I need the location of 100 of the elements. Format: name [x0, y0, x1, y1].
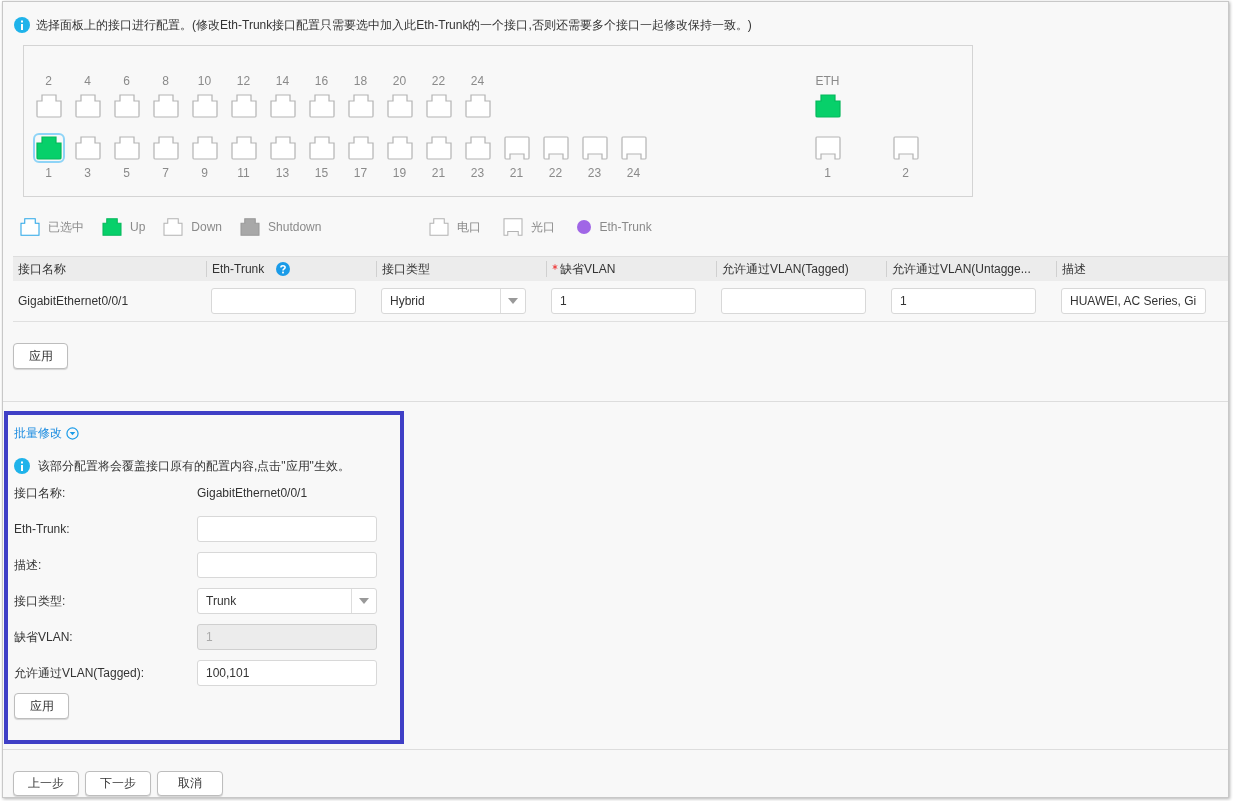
ethernet-port-icon[interactable] — [35, 136, 62, 160]
ethernet-port-icon[interactable] — [113, 136, 140, 160]
port-number: 23 — [587, 166, 602, 180]
ethernet-port-icon[interactable] — [113, 94, 140, 118]
ethernet-port-icon[interactable] — [269, 94, 296, 118]
ethernet-port-icon[interactable] — [230, 94, 257, 118]
ethernet-port-icon[interactable] — [74, 136, 101, 160]
ethernet-port-icon[interactable] — [464, 136, 491, 160]
port-number: 19 — [392, 166, 407, 180]
port-number: 4 — [84, 74, 91, 88]
port-number: 13 — [275, 166, 290, 180]
port-number: 21 — [509, 166, 524, 180]
ethernet-port-icon[interactable] — [308, 136, 335, 160]
input-field[interactable] — [197, 516, 377, 542]
port-number: 21 — [431, 166, 446, 180]
info-icon — [14, 458, 30, 474]
port-number: ETH — [815, 74, 840, 88]
field-label: Eth-Trunk: — [14, 522, 71, 536]
port-number: 8 — [162, 74, 169, 88]
input-field[interactable]: 100,101 — [197, 660, 377, 686]
fiber-port-icon[interactable] — [814, 136, 841, 160]
field-label: 接口名称: — [14, 484, 67, 502]
column-header: Eth-Trunk — [212, 262, 265, 276]
port-number: 1 — [824, 166, 831, 180]
legend-label: Shutdown — [268, 220, 322, 234]
port-number: 17 — [353, 166, 368, 180]
input-field[interactable] — [211, 288, 356, 314]
port-number: 24 — [470, 74, 485, 88]
caret-icon[interactable] — [508, 298, 518, 304]
ethernet-port-icon[interactable] — [152, 94, 179, 118]
fiber-port-icon[interactable] — [503, 136, 530, 160]
port-number: 5 — [123, 166, 130, 180]
input-field[interactable]: HUAWEI, AC Series, Gi — [1061, 288, 1206, 314]
input-field[interactable] — [721, 288, 866, 314]
port-number: 7 — [162, 166, 169, 180]
table-cell: GigabitEthernet0/0/1 — [18, 294, 129, 308]
notice-text: 该部分配置将会覆盖接口原有的配置内容,点击"应用"生效。 — [38, 457, 350, 475]
fiber-port-icon[interactable] — [620, 136, 647, 160]
type-dropdown[interactable]: Trunk — [197, 588, 377, 614]
caret-icon[interactable] — [359, 598, 369, 604]
port-number: 2 — [902, 166, 909, 180]
notice-text: 选择面板上的接口进行配置。(修改Eth-Trunk接口配置只需要选中加入此Eth-Trunk的一个接口,否则还需要多个接口一起修改保持一致。) — [36, 16, 752, 34]
fiber-port-icon[interactable] — [542, 136, 569, 160]
port-number: 2 — [45, 74, 52, 88]
port-number: 22 — [548, 166, 563, 180]
legend-label: Down — [191, 220, 223, 234]
help-icon[interactable] — [276, 262, 291, 276]
column-header: 接口名称 — [18, 260, 66, 278]
apply-button[interactable]: 应用 — [13, 343, 68, 369]
port-number: 14 — [275, 74, 290, 88]
port-number: 24 — [626, 166, 641, 180]
field-label: 接口类型: — [14, 592, 67, 610]
ethernet-port-icon[interactable] — [74, 94, 101, 118]
legend-label: Up — [130, 220, 146, 234]
ethernet-port-icon[interactable] — [35, 94, 62, 118]
batch-edit-toggle[interactable]: 批量修改 — [14, 424, 62, 442]
input-field[interactable]: 1 — [551, 288, 696, 314]
column-header: 允许通过VLAN(Untagge... — [892, 260, 1031, 278]
port-number: 23 — [470, 166, 485, 180]
ethernet-port-icon[interactable] — [191, 94, 218, 118]
field-label: 允许通过VLAN(Tagged): — [14, 664, 146, 682]
column-header: 缺省VLAN — [560, 260, 616, 278]
port-number: 9 — [201, 166, 208, 180]
nav-button[interactable]: 上一步 — [13, 771, 79, 796]
ethernet-port-icon[interactable] — [347, 94, 374, 118]
ethernet-port-icon[interactable] — [425, 136, 452, 160]
fiber-port-icon[interactable] — [581, 136, 608, 160]
legend-label: Eth-Trunk — [599, 220, 652, 234]
ethernet-port-icon[interactable] — [152, 136, 179, 160]
ethernet-port-icon[interactable] — [464, 94, 491, 118]
ethernet-port-icon[interactable] — [269, 136, 296, 160]
type-dropdown[interactable]: Hybrid — [381, 288, 526, 314]
port-number: 18 — [353, 74, 368, 88]
port-number: 22 — [431, 74, 446, 88]
ethernet-port-icon[interactable] — [386, 136, 413, 160]
field-label: 描述: — [14, 556, 43, 574]
info-icon — [14, 17, 30, 33]
input-field[interactable]: 1 — [891, 288, 1036, 314]
ethernet-port-icon[interactable] — [230, 136, 257, 160]
column-header: 允许通过VLAN(Tagged) — [722, 260, 849, 278]
port-number: 11 — [237, 166, 250, 180]
column-header: 描述 — [1062, 260, 1086, 278]
legend-label: 光口 — [531, 218, 556, 236]
input-field[interactable] — [197, 552, 377, 578]
ethernet-port-icon[interactable] — [386, 94, 413, 118]
port-number: 15 — [314, 166, 329, 180]
field-label: 缺省VLAN: — [14, 628, 74, 646]
ethernet-port-icon[interactable] — [814, 94, 841, 118]
nav-button[interactable]: 下一步 — [85, 771, 151, 796]
port-number: 6 — [123, 74, 130, 88]
fiber-port-icon[interactable] — [892, 136, 919, 160]
caret-icon[interactable] — [66, 426, 79, 440]
apply-button[interactable]: 应用 — [14, 693, 69, 719]
ethernet-port-icon[interactable] — [347, 136, 374, 160]
ethernet-port-icon[interactable] — [191, 136, 218, 160]
ethernet-port-icon[interactable] — [425, 94, 452, 118]
ethernet-port-icon[interactable] — [308, 94, 335, 118]
nav-button[interactable]: 取消 — [157, 771, 223, 796]
legend-label: 已选中 — [48, 218, 84, 236]
port-number: 10 — [197, 74, 212, 88]
